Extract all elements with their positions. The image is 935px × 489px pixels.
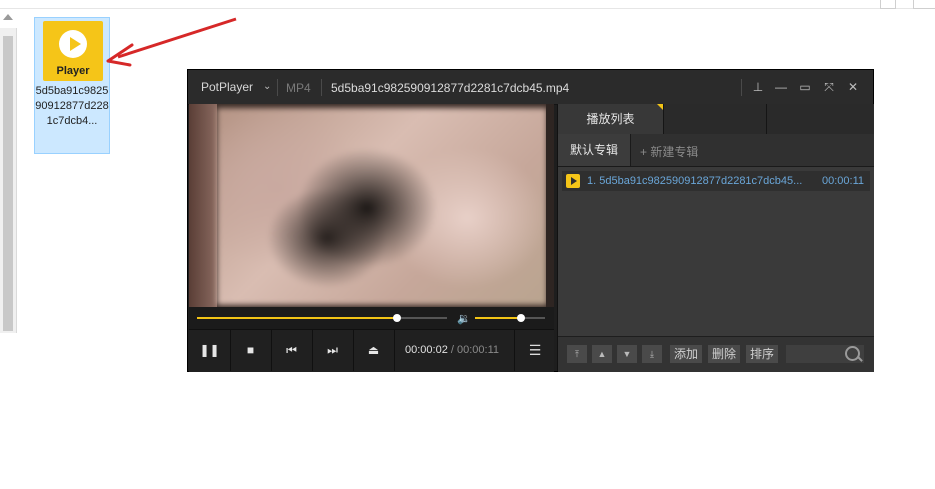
potplayer-window: PotPlayer ⌄ MP4 5d5ba91c982590912877d228… xyxy=(187,69,874,372)
tab-corner-marker xyxy=(657,104,663,110)
album-bar: 默认专辑 + 新建专辑 xyxy=(558,134,874,167)
play-triangle-icon xyxy=(571,177,577,185)
playing-icon xyxy=(566,174,580,188)
move-bottom-button[interactable]: ⤓ xyxy=(642,345,662,363)
vertical-scrollbar[interactable] xyxy=(0,14,17,333)
explorer-frame-corner xyxy=(880,0,896,9)
move-down-button[interactable]: ▼ xyxy=(617,345,637,363)
search-icon[interactable] xyxy=(845,346,860,361)
pin-icon[interactable]: ⊥ xyxy=(749,78,767,96)
annotation-arrow-icon xyxy=(106,17,237,67)
file-name: 5d5ba91c982590912877d2281c7dcb4... xyxy=(35,85,109,127)
seek-bar[interactable] xyxy=(197,314,447,322)
video-frame xyxy=(217,108,547,305)
sort-button[interactable]: 排序 xyxy=(746,345,779,363)
explorer-frame-corner-right xyxy=(913,0,935,9)
explorer-top-strip xyxy=(0,0,935,9)
maximize-icon[interactable]: ▭ xyxy=(796,78,814,96)
tab-playlist-label: 播放列表 xyxy=(586,112,635,126)
playlist-panel: 播放列表 默认专辑 + 新建专辑 1. 5d5ba91c982590912877… xyxy=(557,104,874,372)
pause-button[interactable]: ❚❚ xyxy=(189,330,231,371)
format-label: MP4 xyxy=(286,81,311,95)
divider xyxy=(321,79,322,96)
album-default-tab[interactable]: 默认专辑 xyxy=(558,134,631,166)
move-top-button[interactable]: ⤒ xyxy=(567,345,587,363)
time-separator: / xyxy=(447,344,457,356)
time-current: 00:00:02 xyxy=(405,344,448,356)
divider xyxy=(277,79,278,96)
new-album-button[interactable]: + 新建专辑 xyxy=(640,143,698,160)
playlist-item-duration: 00:00:11 xyxy=(821,175,864,187)
previous-button[interactable]: ⏮ xyxy=(271,330,313,371)
fullscreen-icon[interactable]: ⤧ xyxy=(820,78,838,96)
volume-slider-handle[interactable] xyxy=(516,314,525,322)
tab-empty[interactable] xyxy=(664,104,767,134)
next-button[interactable]: ⏭ xyxy=(312,330,354,371)
video-edge xyxy=(546,104,554,307)
delete-button[interactable]: 删除 xyxy=(708,345,741,363)
playlist-tabs: 播放列表 xyxy=(558,104,874,135)
tab-playlist[interactable]: 播放列表 xyxy=(558,104,664,134)
playlist-footer: ⤒ ▲ ▼ ⤓ 添加 删除 排序 xyxy=(558,336,874,372)
time-total: 00:00:11 xyxy=(457,344,500,356)
app-menu-button[interactable]: PotPlayer xyxy=(201,80,253,94)
move-up-button[interactable]: ▲ xyxy=(592,345,612,363)
scroll-up-arrow-icon[interactable] xyxy=(3,14,13,20)
video-area[interactable] xyxy=(189,104,554,307)
control-bar: ❚❚ ■ ⏮ ⏭ ⏏ 00:00:02 / 00:00:11 ☰ xyxy=(189,329,554,372)
titlebar[interactable]: PotPlayer ⌄ MP4 5d5ba91c982590912877d228… xyxy=(188,70,873,105)
minimize-icon[interactable]: — xyxy=(772,78,790,96)
time-display: 00:00:02 / 00:00:11 xyxy=(405,344,499,356)
file-icon-label: Player xyxy=(56,65,90,77)
playlist-item-name: 1. 5d5ba91c982590912877d2281c7dcb45... xyxy=(587,175,803,187)
chevron-down-icon[interactable]: ⌄ xyxy=(263,81,271,92)
seek-bar-handle[interactable] xyxy=(393,314,401,322)
window-title: 5d5ba91c982590912877d2281c7dcb45.mp4 xyxy=(331,81,570,95)
volume-slider[interactable] xyxy=(475,314,545,322)
video-file-item[interactable]: Player 5d5ba91c982590912877d2281c7dcb4..… xyxy=(34,17,110,154)
add-button[interactable]: 添加 xyxy=(670,345,703,363)
play-triangle-icon xyxy=(70,37,81,51)
seek-bar-fill xyxy=(197,317,397,319)
progress-row: 🔉 xyxy=(189,307,554,329)
divider xyxy=(741,79,742,96)
playlist-search-input[interactable] xyxy=(786,345,864,363)
playlist-item[interactable]: 1. 5d5ba91c982590912877d2281c7dcb45... 0… xyxy=(562,171,870,191)
volume-icon[interactable]: 🔉 xyxy=(457,312,471,325)
menu-icon[interactable]: ☰ xyxy=(514,330,555,371)
eject-button[interactable]: ⏏ xyxy=(353,330,395,371)
scrollbar-thumb[interactable] xyxy=(3,36,13,331)
potplayer-file-icon: Player xyxy=(43,21,103,81)
video-edge xyxy=(189,104,217,307)
close-icon[interactable]: ✕ xyxy=(844,78,862,96)
stop-button[interactable]: ■ xyxy=(230,330,272,371)
volume-slider-fill xyxy=(475,317,521,319)
